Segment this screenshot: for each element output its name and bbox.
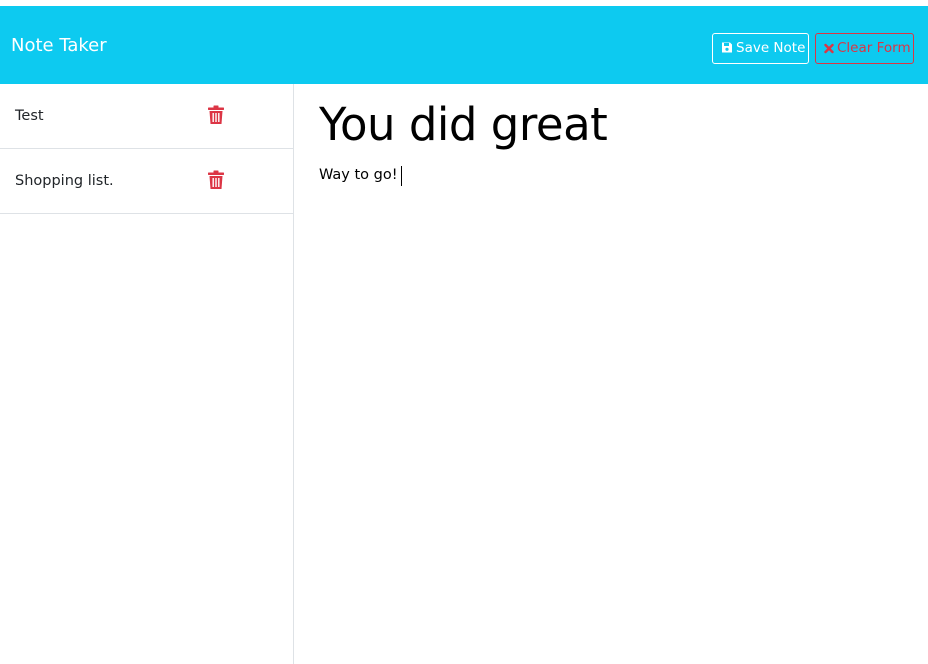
x-icon: [824, 36, 834, 65]
trash-icon[interactable]: [207, 105, 225, 125]
note-list-item-title: Test: [15, 108, 44, 124]
trash-icon[interactable]: [207, 170, 225, 190]
save-note-button[interactable]: Save Note: [712, 33, 809, 64]
note-list-item[interactable]: Test: [0, 84, 293, 149]
note-body-textarea[interactable]: Way to go!: [319, 164, 909, 644]
note-editor: Way to go!: [294, 84, 928, 664]
navbar: Note Taker Save Note Clear Form: [0, 6, 928, 84]
text-cursor: [401, 166, 402, 186]
clear-form-button[interactable]: Clear Form: [815, 33, 914, 64]
floppy-disk-icon: [721, 36, 733, 65]
save-note-label: Save Note: [736, 40, 806, 56]
notes-sidebar: Test Shopping list.: [0, 84, 294, 664]
clear-form-label: Clear Form: [837, 40, 911, 56]
app-title[interactable]: Note Taker: [11, 34, 107, 58]
note-list-item-title: Shopping list.: [15, 173, 114, 189]
note-title-input[interactable]: [319, 96, 909, 154]
note-list-item[interactable]: Shopping list.: [0, 149, 293, 214]
